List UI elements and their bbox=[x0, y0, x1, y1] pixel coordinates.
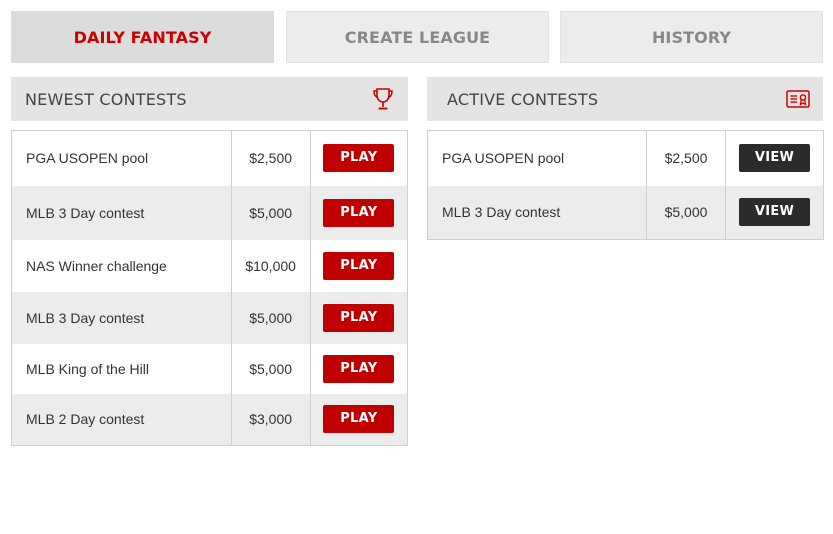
contest-prize: $2,500 bbox=[646, 130, 726, 186]
contest-action-cell: VIEW bbox=[726, 186, 824, 240]
contest-name: MLB 3 Day contest bbox=[26, 309, 145, 326]
view-button[interactable]: VIEW bbox=[739, 144, 810, 173]
table-row: MLB 2 Day contest $3,000 PLAY bbox=[11, 393, 408, 446]
newest-contests-table: PGA USOPEN pool $2,500 PLAY MLB 3 Day conte… bbox=[11, 130, 408, 446]
contest-name: MLB 3 Day contest bbox=[442, 204, 561, 221]
table-row: PGA USOPEN pool $2,500 VIEW bbox=[427, 130, 824, 186]
active-contests-panel: ACTIVE CONTESTS PGA USOPEN pool $2,500 VIE… bbox=[427, 77, 824, 240]
tab-label: CREATE LEAGUE bbox=[344, 27, 491, 47]
tab-label: DAILY FANTASY bbox=[73, 27, 212, 47]
view-button[interactable]: VIEW bbox=[739, 198, 810, 227]
ticket-icon bbox=[786, 89, 810, 109]
contest-action-cell: VIEW bbox=[726, 131, 824, 186]
play-button[interactable]: PLAY bbox=[323, 354, 395, 383]
play-button[interactable]: PLAY bbox=[323, 405, 395, 434]
newest-contests-panel: NEWEST CONTESTS PGA USOPEN pool $2,500 PLA… bbox=[11, 77, 408, 446]
contest-name: MLB 3 Day contest bbox=[26, 204, 145, 221]
panel-title: NEWEST CONTESTS bbox=[25, 89, 187, 109]
table-row: MLB 3 Day contest $5,000 PLAY bbox=[11, 291, 408, 344]
contest-action-cell: PLAY bbox=[310, 131, 407, 186]
contest-prize: $3,000 bbox=[230, 393, 311, 446]
active-contests-table: PGA USOPEN pool $2,500 VIEW MLB 3 Day conte… bbox=[427, 130, 824, 240]
table-row: MLB King of the Hill $5,000 PLAY bbox=[11, 343, 408, 394]
table-row: MLB 3 Day contest $5,000 PLAY bbox=[11, 185, 408, 240]
tab-daily-fantasy[interactable]: DAILY FANTASY bbox=[11, 11, 274, 63]
panel-title: ACTIVE CONTESTS bbox=[447, 89, 599, 109]
contest-name: MLB King of the Hill bbox=[26, 360, 149, 377]
tab-create-league[interactable]: CREATE LEAGUE bbox=[286, 11, 549, 63]
contest-action-cell: PLAY bbox=[310, 240, 407, 292]
contest-action-cell: PLAY bbox=[310, 292, 407, 344]
contest-prize: $5,000 bbox=[646, 185, 726, 240]
tab-label: HISTORY bbox=[651, 27, 732, 47]
table-row: PGA USOPEN pool $2,500 PLAY bbox=[11, 130, 408, 186]
contest-prize: $5,000 bbox=[230, 291, 311, 344]
contest-action-cell: PLAY bbox=[310, 344, 407, 394]
trophy-icon bbox=[372, 87, 394, 111]
contest-name: MLB 2 Day contest bbox=[26, 411, 145, 428]
tab-history[interactable]: HISTORY bbox=[560, 11, 823, 63]
contest-name: PGA USOPEN pool bbox=[26, 150, 149, 167]
contest-prize: $5,000 bbox=[230, 185, 311, 240]
table-row: MLB 3 Day contest $5,000 VIEW bbox=[427, 185, 824, 240]
play-button[interactable]: PLAY bbox=[323, 251, 395, 280]
newest-contests-header: NEWEST CONTESTS bbox=[11, 77, 408, 121]
contest-prize: $2,500 bbox=[230, 130, 311, 186]
play-button[interactable]: PLAY bbox=[323, 303, 395, 332]
contest-action-cell: PLAY bbox=[310, 186, 407, 240]
contest-action-cell: PLAY bbox=[310, 394, 407, 446]
contest-name: NAS Winner challenge bbox=[26, 257, 167, 274]
contest-prize: $5,000 bbox=[230, 343, 311, 394]
contest-prize: $10,000 bbox=[230, 239, 311, 292]
active-contests-header: ACTIVE CONTESTS bbox=[427, 77, 823, 121]
contest-name: PGA USOPEN pool bbox=[442, 150, 565, 167]
play-button[interactable]: PLAY bbox=[323, 144, 395, 173]
play-button[interactable]: PLAY bbox=[323, 198, 395, 227]
table-row: NAS Winner challenge $10,000 PLAY bbox=[11, 239, 408, 292]
